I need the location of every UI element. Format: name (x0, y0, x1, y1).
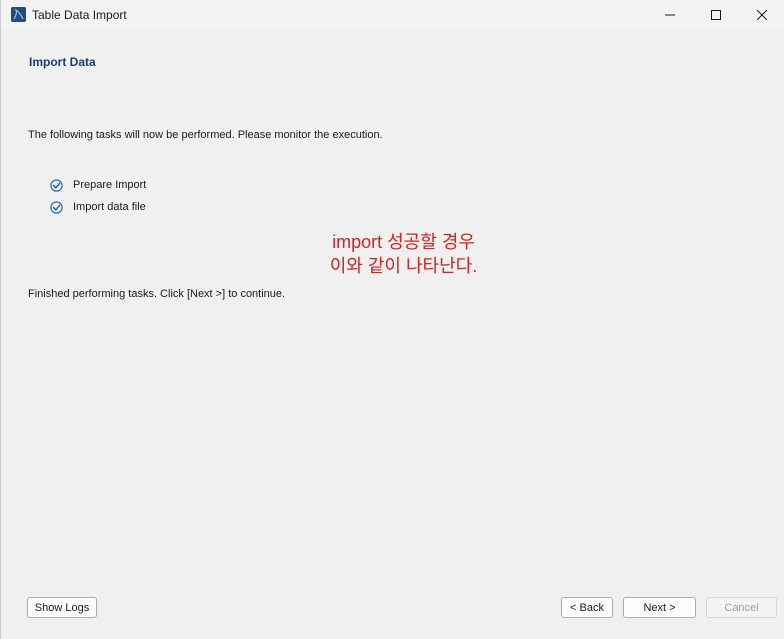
task-item-prepare-import: Prepare Import (50, 177, 146, 193)
annotation-line-1: import 성공할 경우 (332, 232, 475, 252)
page-title: Import Data (29, 55, 96, 69)
checkmark-circle-icon (50, 200, 63, 214)
minimize-button[interactable] (647, 0, 693, 30)
import-wizard-window: Table Data Import Import Data The follow… (0, 0, 784, 639)
show-logs-button[interactable]: Show Logs (27, 597, 97, 618)
close-button[interactable] (739, 0, 784, 30)
next-button[interactable]: Next > (623, 597, 696, 618)
annotation-line-2: 이와 같이 나타난다. (329, 256, 478, 276)
annotation-note: import 성공할 경우 이와 같이 나타난다. (291, 230, 516, 278)
task-item-import-data-file: Import data file (50, 199, 146, 215)
back-button[interactable]: < Back (561, 597, 613, 618)
mysql-workbench-icon (11, 7, 26, 22)
checkmark-circle-icon (50, 178, 63, 192)
maximize-icon (711, 10, 721, 20)
cancel-button: Cancel (706, 597, 777, 618)
finished-message: Finished performing tasks. Click [Next >… (28, 288, 286, 300)
title-bar[interactable]: Table Data Import (1, 0, 784, 30)
maximize-button[interactable] (693, 0, 739, 30)
task-label: Import data file (73, 201, 146, 213)
task-label: Prepare Import (73, 179, 147, 191)
task-description: The following tasks will now be performe… (28, 129, 383, 141)
minimize-icon (665, 14, 675, 16)
window-title: Table Data Import (32, 8, 127, 22)
close-icon (757, 10, 767, 20)
